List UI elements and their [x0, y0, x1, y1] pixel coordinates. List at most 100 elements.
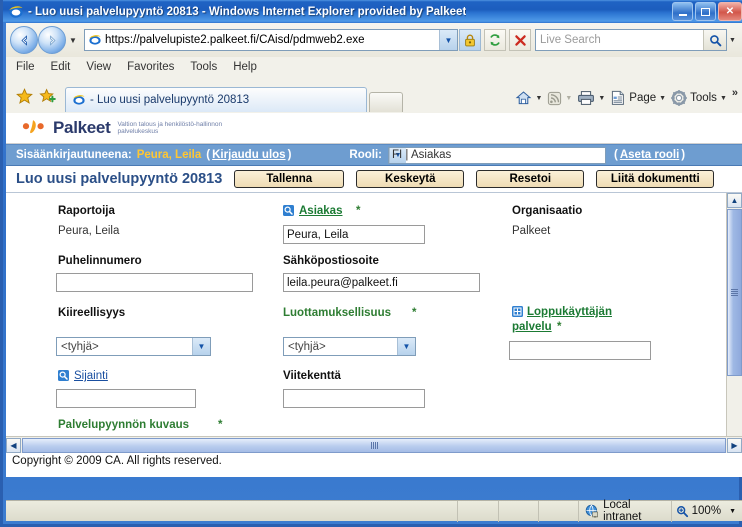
page-vertical-scrollbar[interactable]: ▲ ▼: [726, 193, 742, 475]
reporter-value: Peura, Leila: [58, 225, 120, 237]
urgency-select-value: <tyhjä>: [61, 340, 99, 353]
window-controls: ✕: [672, 2, 742, 21]
urgency-label: Kiireellisyys: [58, 307, 126, 319]
page-content: Palkeet Valtion talous ja henkilöstö-hal…: [6, 113, 742, 477]
copyright-text: Copyright © 2009 CA. All rights reserved…: [6, 453, 742, 477]
search-provider-dropdown[interactable]: ▼: [727, 37, 738, 44]
security-zone-indicator[interactable]: Local intranet: [578, 499, 671, 523]
menu-item-tools[interactable]: Tools: [190, 61, 217, 73]
set-role-paren-open: (: [614, 149, 618, 161]
set-role-paren-close: ): [681, 149, 686, 161]
end-user-service-input[interactable]: [509, 341, 651, 360]
search-icon[interactable]: [703, 30, 726, 50]
role-select[interactable]: FI | Asiakas ▼: [388, 146, 606, 164]
menu-item-file[interactable]: File: [16, 61, 35, 73]
cancel-button[interactable]: Keskeytä: [356, 170, 465, 188]
menu-item-help[interactable]: Help: [233, 61, 257, 73]
brand-bar: Palkeet Valtion talous ja henkilöstö-hal…: [6, 113, 742, 144]
save-button[interactable]: Tallenna: [234, 170, 345, 188]
print-caret-icon[interactable]: ▼: [598, 95, 605, 102]
reset-button[interactable]: Resetoi: [476, 170, 585, 188]
service-request-form: Raportoija Peura, Leila Asiakas * Peura,…: [6, 193, 742, 475]
print-button[interactable]: ▼: [575, 87, 607, 109]
menu-item-favorites[interactable]: Favorites: [127, 61, 174, 73]
email-label: Sähköpostiosoite: [283, 255, 379, 267]
address-url: https://palvelupiste2.palkeet.fi/CAisd/p…: [105, 34, 365, 46]
menu-item-view[interactable]: View: [86, 61, 111, 73]
search-icon[interactable]: [283, 205, 294, 216]
page-title: Luo uusi palvelupyyntö 20813: [16, 171, 223, 187]
location-input[interactable]: [56, 389, 196, 408]
browser-tab[interactable]: - Luo uusi palvelupyyntö 20813: [65, 87, 367, 112]
forward-button[interactable]: [38, 26, 66, 54]
status-bar: Local intranet 100% ▼: [6, 499, 742, 523]
menu-bar: File Edit View Favorites Tools Help: [6, 57, 742, 77]
logout-link[interactable]: Kirjaudu ulos: [212, 149, 285, 161]
end-user-service-label-line2[interactable]: palvelu: [512, 321, 552, 333]
stop-button[interactable]: [509, 29, 531, 51]
status-cell-3: [537, 500, 578, 522]
vertical-scroll-thumb[interactable]: [727, 209, 742, 376]
address-bar[interactable]: https://palvelupiste2.palkeet.fi/CAisd/p…: [84, 29, 458, 51]
tools-menu-button[interactable]: Tools ▼: [669, 87, 729, 109]
grid-picker-icon[interactable]: [512, 306, 523, 317]
browser-window: - Luo uusi palvelupyyntö 20813 - Windows…: [0, 0, 742, 527]
maximize-button[interactable]: [695, 2, 716, 21]
set-role-link[interactable]: Aseta rooli: [620, 149, 679, 161]
command-bar-overflow-icon[interactable]: »: [732, 87, 738, 99]
scroll-grip-icon: [731, 289, 738, 296]
zoom-caret-icon[interactable]: ▼: [729, 508, 736, 515]
scroll-up-button[interactable]: ▲: [727, 193, 742, 208]
close-button[interactable]: ✕: [718, 2, 742, 21]
page-icon: [88, 33, 102, 47]
add-to-favorites-icon[interactable]: [37, 86, 57, 106]
zoom-icon: [676, 505, 689, 518]
attach-document-button[interactable]: Liitä dokumentti: [596, 170, 715, 188]
end-user-service-label-line1[interactable]: Loppukäyttäjän: [527, 306, 612, 318]
home-caret-icon[interactable]: ▼: [535, 95, 542, 102]
palkeet-logo-icon: [22, 119, 50, 137]
browser-chrome: ▼ https://palvelupiste2.palkeet.fi/CAisd…: [6, 23, 742, 114]
phone-label: Puhelinnumero: [58, 255, 142, 267]
menu-item-edit[interactable]: Edit: [51, 61, 71, 73]
chevron-down-icon[interactable]: ▼: [192, 338, 210, 355]
search-icon[interactable]: [58, 370, 69, 381]
action-bar: Luo uusi palvelupyyntö 20813 Tallenna Ke…: [6, 166, 742, 193]
scroll-left-button[interactable]: ◀: [6, 437, 21, 453]
navigation-row: ▼ https://palvelupiste2.palkeet.fi/CAisd…: [6, 23, 742, 57]
search-box[interactable]: Live Search: [535, 29, 727, 51]
minimize-button[interactable]: [672, 2, 693, 21]
search-input[interactable]: Live Search: [536, 34, 703, 46]
reference-input[interactable]: [283, 389, 425, 408]
chevron-down-icon[interactable]: ▼: [397, 338, 415, 355]
email-input[interactable]: leila.peura@palkeet.fi: [283, 273, 480, 292]
urgency-select[interactable]: <tyhjä> ▼: [56, 337, 211, 356]
page-menu-button[interactable]: Page ▼: [608, 87, 668, 109]
phone-input[interactable]: [56, 273, 253, 292]
horizontal-scroll-thumb[interactable]: [22, 437, 726, 453]
status-cell-1: [457, 500, 497, 522]
zoom-control[interactable]: 100% ▼: [670, 500, 742, 522]
tools-menu-label: Tools: [690, 92, 717, 104]
tools-caret-icon[interactable]: ▼: [720, 95, 727, 102]
location-label[interactable]: Sijainti: [74, 370, 108, 382]
local-intranet-icon: [585, 504, 599, 518]
security-lock-icon[interactable]: [459, 29, 481, 51]
scroll-right-button[interactable]: ▶: [727, 437, 742, 453]
customer-label[interactable]: Asiakas: [299, 205, 342, 217]
history-dropdown-button[interactable]: ▼: [66, 36, 80, 45]
page-horizontal-scrollbar[interactable]: ◀ ▶: [6, 436, 742, 453]
back-button[interactable]: [10, 26, 38, 54]
page-caret-icon[interactable]: ▼: [659, 95, 666, 102]
home-button[interactable]: ▼: [513, 87, 544, 109]
zoom-level-label: 100%: [691, 505, 722, 517]
customer-input[interactable]: Peura, Leila: [283, 225, 425, 244]
feeds-button[interactable]: ▼: [545, 87, 574, 109]
confidentiality-select[interactable]: <tyhjä> ▼: [283, 337, 416, 356]
refresh-button[interactable]: [484, 29, 506, 51]
new-tab-button[interactable]: [369, 92, 403, 112]
tab-title: - Luo uusi palvelupyyntö 20813: [90, 94, 250, 106]
favorites-center-icon[interactable]: [14, 86, 34, 106]
address-dropdown-button[interactable]: ▼: [439, 30, 457, 50]
organisation-label: Organisaatio: [512, 205, 583, 217]
